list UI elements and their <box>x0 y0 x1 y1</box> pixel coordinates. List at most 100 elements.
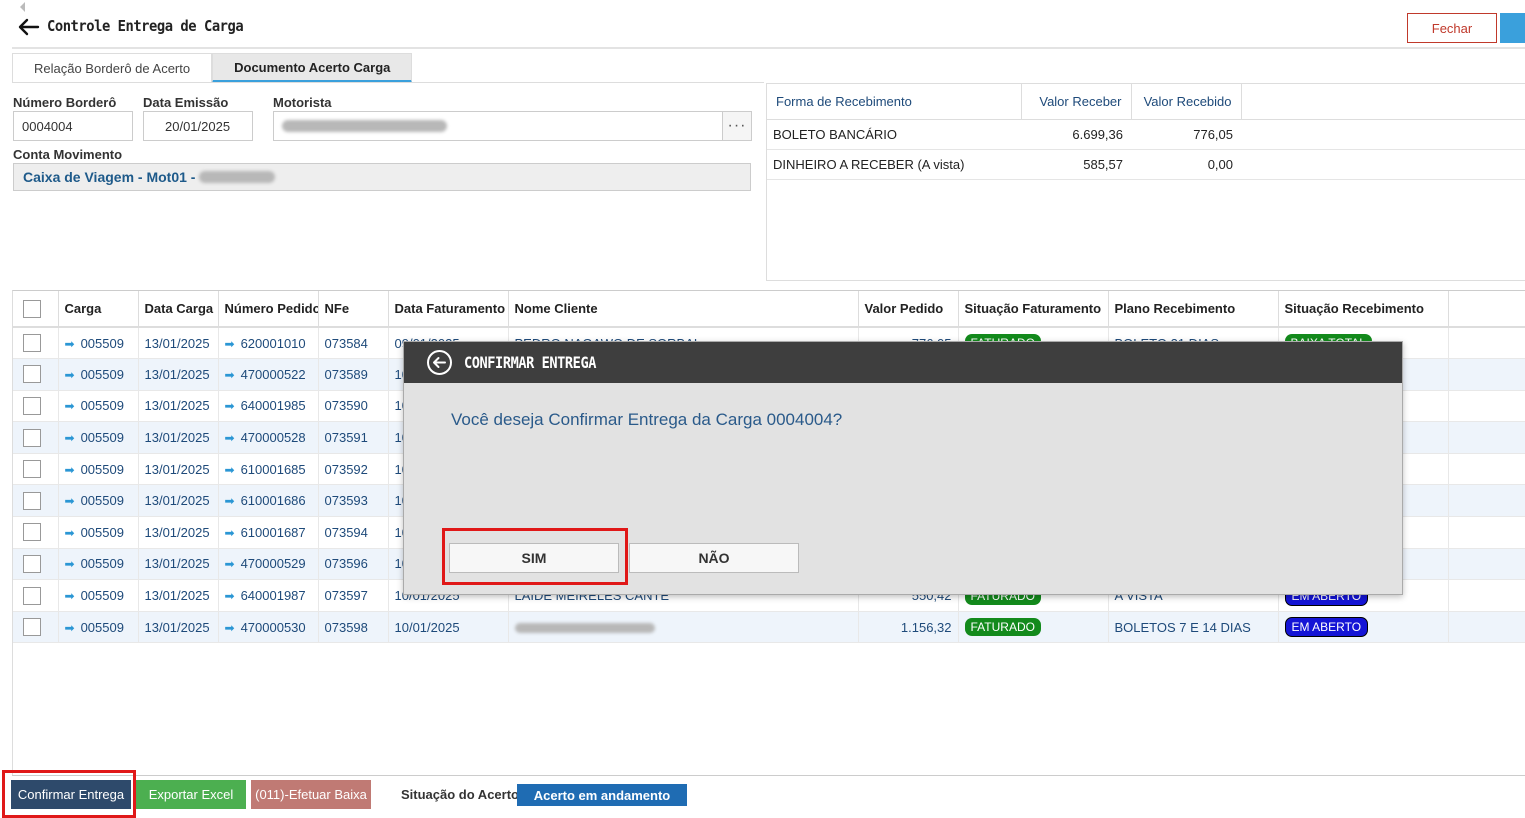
cell-numero-pedido[interactable]: ➡ 610001685 <box>218 453 319 486</box>
dialog-title: CONFIRMAR ENTREGA <box>464 353 596 372</box>
dialog-header: CONFIRMAR ENTREGA <box>404 342 1402 383</box>
cell-numero-pedido[interactable]: ➡ 640001985 <box>218 390 319 423</box>
cell-carga[interactable]: ➡ 005509 <box>58 390 139 423</box>
cell-empty <box>1448 484 1525 518</box>
conta-label: Conta Movimento <box>13 147 123 162</box>
cell-carga[interactable]: ➡ 005509 <box>58 358 139 391</box>
table-row[interactable]: ➡ 005509 13/01/2025 ➡ 470000530 073598 10/01/2… <box>13 611 1525 644</box>
nfe-value: 073596 <box>324 556 368 572</box>
header-data-carga[interactable]: Data Carga <box>138 291 219 328</box>
row-select-cell <box>13 327 59 360</box>
tab-documento-acerto[interactable]: Documento Acerto Carga <box>212 53 413 83</box>
cell-nfe: 073594 <box>318 516 389 549</box>
back-circle-icon[interactable] <box>426 349 453 376</box>
nao-button[interactable]: NÃO <box>629 543 799 573</box>
motorista-field[interactable] <box>273 111 723 141</box>
cell-carga[interactable]: ➡ 005509 <box>58 548 139 581</box>
row-checkbox[interactable] <box>23 396 41 415</box>
data-carga-value: 13/01/2025 <box>144 398 210 414</box>
carga-value: 005509 <box>80 619 124 635</box>
cell-numero-pedido[interactable]: ➡ 610001686 <box>218 484 319 518</box>
data-carga-value: 13/01/2025 <box>144 524 210 540</box>
side-accent-button[interactable] <box>1500 13 1525 43</box>
emissao-field[interactable]: 20/01/2025 <box>143 111 253 141</box>
recebimento-header-empty <box>1241 84 1525 120</box>
exportar-excel-button[interactable]: Exportar Excel <box>136 780 246 809</box>
cell-numero-pedido[interactable]: ➡ 470000522 <box>218 358 319 391</box>
nfe-value: 073593 <box>324 493 368 509</box>
conta-field[interactable]: Caixa de Viagem - Mot01 - <box>13 163 751 191</box>
row-checkbox[interactable] <box>23 586 41 605</box>
bordero-field[interactable]: 0004004 <box>13 111 133 141</box>
cell-carga[interactable]: ➡ 005509 <box>58 579 139 612</box>
cell-numero-pedido[interactable]: ➡ 620001010 <box>218 327 319 360</box>
select-all-checkbox[interactable] <box>23 299 41 318</box>
nfe-value: 073597 <box>324 588 368 604</box>
carga-value: 005509 <box>80 398 124 414</box>
motorista-lookup-button[interactable]: ··· <box>722 111 752 141</box>
row-checkbox[interactable] <box>23 365 41 384</box>
cell-nfe: 073597 <box>318 579 389 612</box>
header-carga[interactable]: Carga <box>58 291 139 328</box>
efetuar-baixa-button[interactable]: (011)-Efetuar Baixa <box>251 780 371 809</box>
cell-carga[interactable]: ➡ 005509 <box>58 421 139 454</box>
row-checkbox[interactable] <box>23 460 41 479</box>
cell-carga[interactable]: ➡ 005509 <box>58 484 139 518</box>
row-checkbox[interactable] <box>23 428 41 447</box>
header-numero-pedido[interactable]: Número Pedido <box>218 291 319 328</box>
header-valor-pedido[interactable]: Valor Pedido <box>858 291 959 328</box>
situacao-badge: Acerto em andamento <box>517 784 687 806</box>
arrow-right-icon: ➡ <box>64 367 75 382</box>
recebimento-spacer <box>1241 119 1525 150</box>
data-carga-value: 13/01/2025 <box>144 335 210 351</box>
confirmar-highlight <box>2 770 136 818</box>
row-checkbox[interactable] <box>23 523 41 542</box>
cell-numero-pedido[interactable]: ➡ 470000529 <box>218 548 319 581</box>
arrow-right-icon: ➡ <box>224 399 235 414</box>
cell-numero-pedido[interactable]: ➡ 610001687 <box>218 516 319 549</box>
page-title: Controle Entrega de Carga <box>47 17 244 35</box>
recebimento-forma: BOLETO BANCÁRIO <box>767 119 1021 150</box>
cell-empty <box>1448 327 1525 360</box>
row-checkbox[interactable] <box>23 334 41 353</box>
cell-carga[interactable]: ➡ 005509 <box>58 516 139 549</box>
header-nome-cliente[interactable]: Nome Cliente <box>508 291 859 328</box>
header-empty <box>1448 291 1525 328</box>
arrow-right-icon: ➡ <box>224 620 235 635</box>
cell-carga[interactable]: ➡ 005509 <box>58 453 139 486</box>
arrow-right-icon: ➡ <box>224 336 235 351</box>
header-nfe[interactable]: NFe <box>318 291 389 328</box>
arrow-right-icon: ➡ <box>64 431 75 446</box>
recebimento-header-recebido: Valor Recebido <box>1131 84 1242 120</box>
arrow-right-icon: ➡ <box>224 494 235 509</box>
header-situacao-recebimento[interactable]: Situação Recebimento <box>1278 291 1449 328</box>
row-select-cell <box>13 453 59 486</box>
cell-numero-pedido[interactable]: ➡ 470000528 <box>218 421 319 454</box>
header-plano-recebimento[interactable]: Plano Recebimento <box>1108 291 1279 328</box>
cell-numero-pedido[interactable]: ➡ 640001987 <box>218 579 319 612</box>
header-situacao-faturamento[interactable]: Situação Faturamento <box>958 291 1109 328</box>
recebimento-forma: DINHEIRO A RECEBER (A vista) <box>767 149 1021 180</box>
tabs-divider <box>12 82 764 83</box>
arrow-right-icon: ➡ <box>64 620 75 635</box>
cell-situacao-faturamento: FATURADO <box>958 611 1109 644</box>
row-checkbox[interactable] <box>23 618 41 637</box>
row-checkbox[interactable] <box>23 491 41 510</box>
close-button[interactable]: Fechar <box>1407 13 1497 43</box>
cell-nfe: 073592 <box>318 453 389 486</box>
header-data-faturamento[interactable]: Data Faturamento <box>388 291 509 328</box>
nfe-value: 073590 <box>324 398 368 414</box>
sim-highlight <box>442 528 628 585</box>
bordero-label: Número Borderô <box>13 95 117 110</box>
row-select-cell <box>13 390 59 423</box>
back-arrow-icon[interactable] <box>16 14 42 40</box>
cell-numero-pedido[interactable]: ➡ 470000530 <box>218 611 319 644</box>
cliente-redacted <box>514 623 655 634</box>
cell-carga[interactable]: ➡ 005509 <box>58 611 139 644</box>
cell-carga[interactable]: ➡ 005509 <box>58 327 139 360</box>
pedido-value: 610001687 <box>240 524 306 540</box>
pedido-value: 470000522 <box>240 366 306 382</box>
valor-value: 1.156,32 <box>900 619 952 635</box>
tab-relacao-bordero[interactable]: Relação Borderô de Acerto <box>12 53 213 83</box>
row-checkbox[interactable] <box>23 554 41 573</box>
